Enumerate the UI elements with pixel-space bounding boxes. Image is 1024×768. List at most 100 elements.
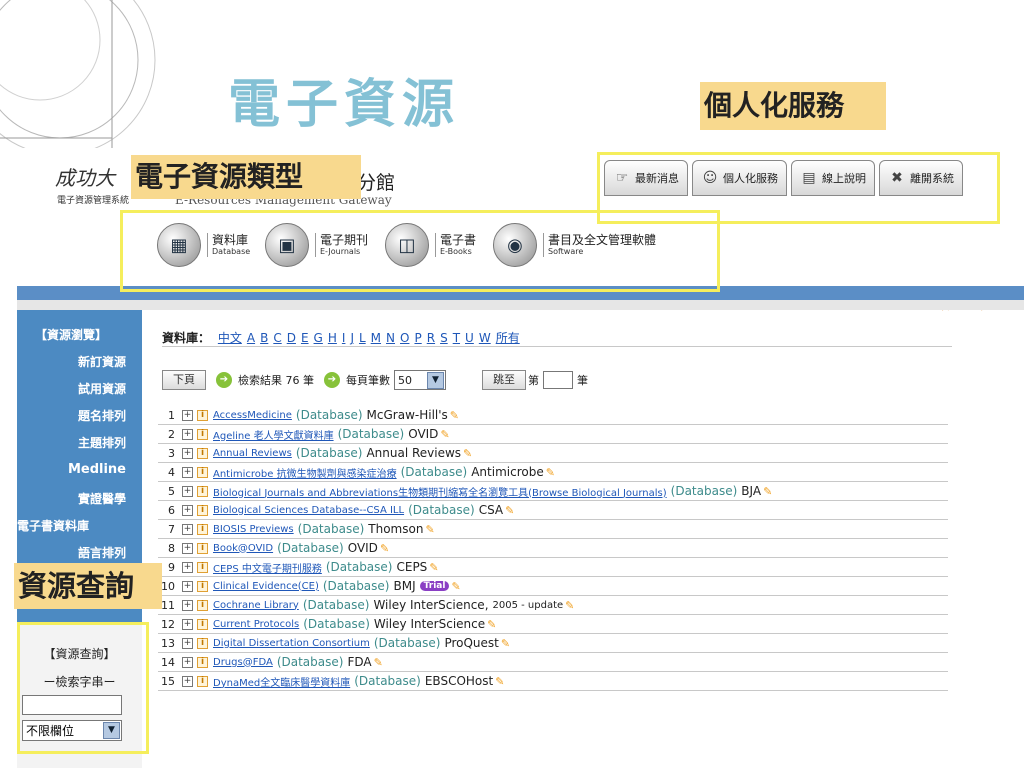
info-icon[interactable]: i: [197, 637, 208, 649]
info-icon[interactable]: i: [197, 580, 208, 592]
alpha-link[interactable]: J: [350, 331, 354, 345]
info-icon[interactable]: i: [197, 599, 208, 611]
table-row: 13 + i Digital Dissertation Consortium (Data…: [158, 634, 948, 653]
info-icon[interactable]: i: [197, 485, 208, 497]
resource-title-link[interactable]: Annual Reviews: [213, 448, 292, 459]
query-panel-title: 【資源查詢】: [43, 647, 116, 661]
type-ebooks[interactable]: ◫ 電子書 E-Books: [385, 222, 476, 268]
resource-title-link[interactable]: BIOSIS Previews: [213, 524, 294, 535]
expand-icon[interactable]: +: [182, 675, 193, 687]
resource-title-link[interactable]: Clinical Evidence(CE): [213, 581, 319, 592]
alpha-link[interactable]: O: [400, 331, 409, 345]
per-page-select[interactable]: 50 ▼: [394, 370, 446, 390]
expand-icon[interactable]: +: [182, 485, 193, 497]
type-software[interactable]: ◉ 書目及全文管理軟體 Software: [493, 222, 656, 268]
per-page-label: 每頁筆數: [346, 374, 390, 387]
resource-title-link[interactable]: Drugs@FDA: [213, 657, 273, 668]
alpha-link[interactable]: C: [273, 331, 281, 345]
expand-icon[interactable]: +: [182, 428, 193, 440]
alpha-link[interactable]: 所有: [496, 331, 520, 345]
alpha-link[interactable]: P: [414, 331, 421, 345]
expand-icon[interactable]: +: [182, 447, 193, 459]
type-ejournals[interactable]: ▣ 電子期刊 E-Journals: [265, 222, 368, 268]
sidebar-item-language[interactable]: 語言排列: [17, 544, 142, 561]
expand-icon[interactable]: +: [182, 409, 193, 421]
type-database[interactable]: ▦ 資料庫 Database: [157, 222, 250, 268]
expand-icon[interactable]: +: [182, 523, 193, 535]
next-page-button[interactable]: 下頁: [162, 370, 206, 390]
info-icon[interactable]: i: [197, 409, 208, 421]
sidebar-item-title[interactable]: 題名排列: [17, 407, 142, 424]
alpha-link[interactable]: G: [314, 331, 323, 345]
resource-title-link[interactable]: Biological Sciences Database--CSA ILL: [213, 505, 404, 516]
alpha-link[interactable]: W: [479, 331, 491, 345]
callout-resource-query: 資源查詢: [14, 563, 162, 609]
expand-icon[interactable]: +: [182, 466, 193, 478]
toolbar-personal-button[interactable]: ☺ 個人化服務: [692, 160, 787, 196]
resource-title-link[interactable]: Digital Dissertation Consortium: [213, 638, 370, 649]
expand-icon[interactable]: +: [182, 542, 193, 554]
resource-type: (Database): [325, 560, 393, 574]
expand-icon[interactable]: +: [182, 504, 193, 516]
table-row: 6 + i Biological Sciences Database--CSA ILL…: [158, 501, 948, 520]
resource-title-link[interactable]: Ageline 老人學文獻資料庫: [213, 427, 334, 442]
jump-button[interactable]: 跳至: [482, 370, 526, 390]
toolbar-news-button[interactable]: ☞ 最新消息: [604, 160, 688, 196]
resource-title-link[interactable]: Current Protocols: [213, 619, 299, 630]
query-field-select[interactable]: 不限欄位 ▼: [22, 720, 122, 741]
alpha-link[interactable]: A: [247, 331, 255, 345]
sidebar-item-subject[interactable]: 主題排列: [17, 434, 142, 451]
resource-title-link[interactable]: Antimicrobe 抗微生物製劑與感染症治療: [213, 465, 397, 480]
info-icon[interactable]: i: [197, 675, 208, 687]
resource-title-link[interactable]: Cochrane Library: [213, 600, 299, 611]
info-icon[interactable]: i: [197, 618, 208, 630]
alpha-link[interactable]: I: [342, 331, 346, 345]
info-icon[interactable]: i: [197, 656, 208, 668]
alpha-link[interactable]: L: [359, 331, 366, 345]
alpha-link[interactable]: D: [287, 331, 296, 345]
expand-icon[interactable]: +: [182, 580, 193, 592]
resource-vendor: FDA: [347, 655, 372, 669]
info-icon[interactable]: i: [197, 523, 208, 535]
sidebar-item-trial[interactable]: 試用資源: [17, 380, 142, 397]
trial-badge: Trial: [419, 581, 450, 591]
info-icon[interactable]: i: [197, 466, 208, 478]
alpha-link[interactable]: B: [260, 331, 268, 345]
info-icon[interactable]: i: [197, 561, 208, 573]
expand-icon[interactable]: +: [182, 656, 193, 668]
expand-icon[interactable]: +: [182, 618, 193, 630]
lightbulb-icon: ✎: [429, 560, 439, 574]
alpha-link[interactable]: H: [328, 331, 337, 345]
alpha-link[interactable]: S: [440, 331, 448, 345]
sidebar-item-new[interactable]: 新訂資源: [17, 353, 142, 370]
resource-title-link[interactable]: Biological Journals and Abbreviations生物類…: [213, 484, 667, 499]
toolbar-exit-button[interactable]: ✖ 離開系統: [879, 160, 963, 196]
info-icon[interactable]: i: [197, 447, 208, 459]
resource-title-link[interactable]: CEPS 中文電子期刊服務: [213, 560, 322, 575]
query-input[interactable]: [22, 695, 122, 715]
table-row: 12 + i Current Protocols (Database) Wiley Int…: [158, 615, 948, 634]
expand-icon[interactable]: +: [182, 637, 193, 649]
expand-icon[interactable]: +: [182, 561, 193, 573]
page-number-input[interactable]: [543, 371, 573, 389]
alpha-link[interactable]: N: [386, 331, 395, 345]
resource-title-link[interactable]: DynaMed全文臨床醫學資料庫: [213, 674, 350, 689]
info-icon[interactable]: i: [197, 504, 208, 516]
sidebar-item-medline[interactable]: Medline: [17, 462, 142, 477]
info-icon[interactable]: i: [197, 542, 208, 554]
alpha-link[interactable]: R: [427, 331, 435, 345]
toolbar-help-button[interactable]: ▤ 線上說明: [791, 160, 875, 196]
sidebar-item-ebook-db[interactable]: 電子書資料庫: [17, 517, 142, 534]
alpha-link[interactable]: M: [371, 331, 381, 345]
sidebar-item-ebm[interactable]: 實證醫學: [17, 490, 142, 507]
alpha-link[interactable]: E: [301, 331, 309, 345]
alpha-link[interactable]: T: [453, 331, 460, 345]
ebook-icon: ◫: [385, 223, 429, 267]
resource-title-link[interactable]: Book@OVID: [213, 543, 273, 554]
alpha-link[interactable]: U: [465, 331, 474, 345]
resource-title-link[interactable]: AccessMedicine: [213, 410, 292, 421]
lightbulb-icon: ✎: [495, 674, 505, 688]
alpha-link[interactable]: 中文: [218, 331, 242, 345]
info-icon[interactable]: i: [197, 428, 208, 440]
expand-icon[interactable]: +: [182, 599, 193, 611]
